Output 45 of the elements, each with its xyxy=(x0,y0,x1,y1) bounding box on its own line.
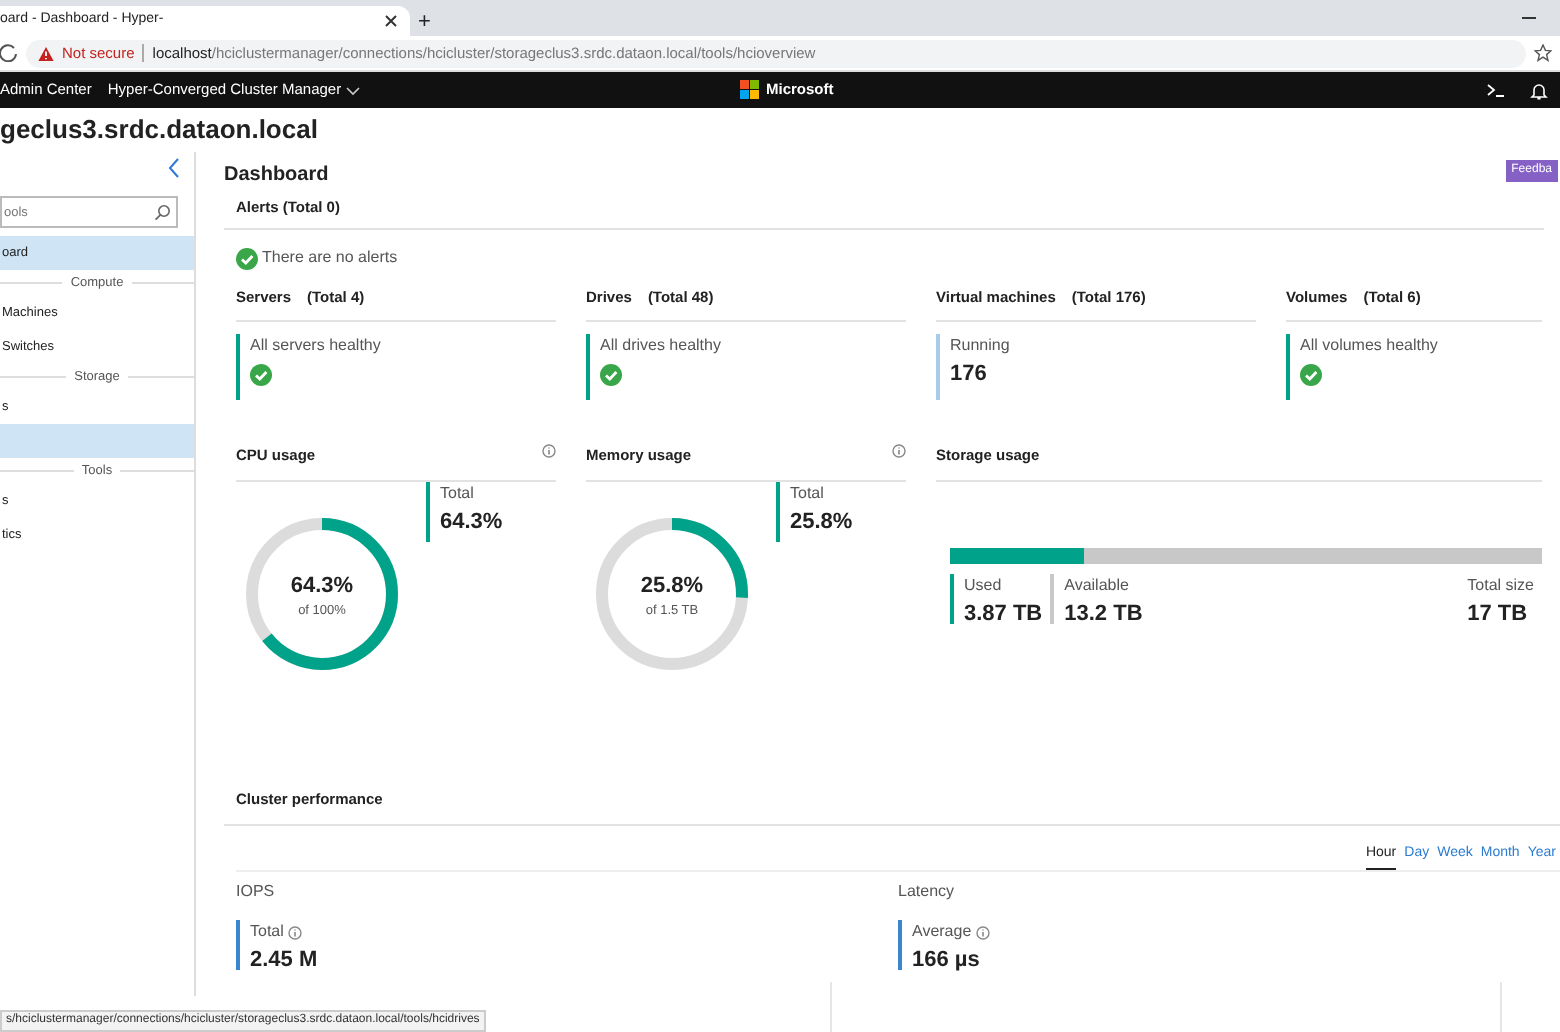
alert-message: There are no alerts xyxy=(262,246,398,270)
info-icon[interactable] xyxy=(892,444,906,459)
metric-label: Average xyxy=(912,920,972,944)
center-value: 64.3% xyxy=(288,571,356,601)
count-value: 176 xyxy=(950,360,989,391)
metric-label: Total xyxy=(250,920,284,944)
status-label: Running xyxy=(950,334,1012,359)
page-title: Dashboard xyxy=(224,161,329,189)
connection-title: geclus3.srdc.dataon.local xyxy=(0,112,320,148)
collapse-icon[interactable] xyxy=(168,158,180,178)
check-circle-icon xyxy=(236,247,258,269)
total-label: Total xyxy=(790,481,826,505)
status-label: All drives healthy xyxy=(600,334,723,359)
info-icon[interactable] xyxy=(287,925,302,939)
terminal-icon[interactable] xyxy=(1486,82,1506,98)
stat-label: Used xyxy=(964,574,1004,599)
chevron-down-icon xyxy=(345,85,360,95)
bell-icon[interactable] xyxy=(1530,81,1548,99)
stat-label: Available xyxy=(1064,574,1131,599)
reload-icon[interactable] xyxy=(0,44,18,62)
metric-value: 166 µs xyxy=(912,946,982,976)
center-value: 25.8% xyxy=(638,571,706,601)
metric-title: Latency xyxy=(898,880,957,904)
status-label: All volumes healthy xyxy=(1300,334,1440,359)
info-icon[interactable] xyxy=(542,444,556,459)
check-circle-icon xyxy=(250,364,272,387)
logo-icon xyxy=(740,79,760,100)
warning-icon xyxy=(38,45,54,61)
total-value: 25.8% xyxy=(790,507,853,537)
metric-value: 2.45 M xyxy=(250,946,320,976)
search-icon[interactable] xyxy=(154,204,170,220)
stat-label: Total size xyxy=(1467,574,1534,599)
stat-value: 3.87 TB xyxy=(964,600,1043,631)
info-icon[interactable] xyxy=(975,925,990,939)
status-label: All servers healthy xyxy=(250,334,383,359)
stat-value: 17 TB xyxy=(1467,600,1530,631)
star-icon[interactable] xyxy=(1534,44,1552,62)
total-value: 64.3% xyxy=(440,507,503,537)
total-label: Total xyxy=(440,481,476,505)
new-tab-button[interactable]: + xyxy=(418,8,431,36)
check-circle-icon xyxy=(600,364,622,387)
close-icon[interactable] xyxy=(384,14,398,28)
metric-title: IOPS xyxy=(236,880,277,904)
check-circle-icon xyxy=(1300,364,1322,387)
stat-value: 13.2 TB xyxy=(1064,600,1143,631)
